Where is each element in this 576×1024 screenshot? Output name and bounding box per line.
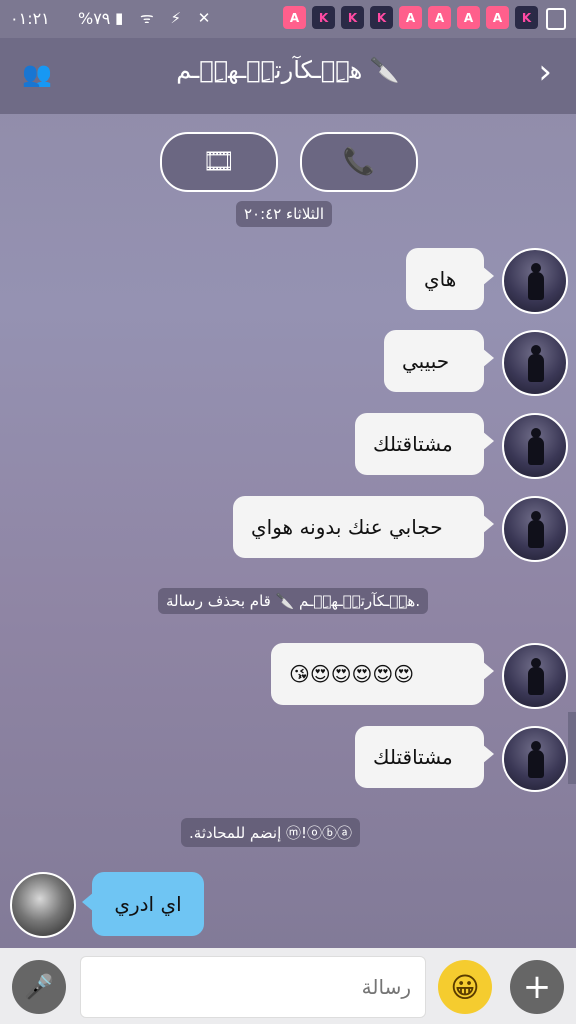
- my-message-bubble[interactable]: اي ادري: [82, 872, 204, 936]
- app-icon: K: [370, 6, 393, 29]
- message-bubble[interactable]: مشتاقتلك: [355, 726, 494, 788]
- app-icon: A: [428, 6, 451, 29]
- message-bubble[interactable]: حبيبي: [384, 330, 494, 392]
- message-input[interactable]: [80, 956, 426, 1018]
- message-bubble[interactable]: مشتاقتلك: [355, 413, 494, 475]
- message-bubble[interactable]: حجابي عنك بدونه هواي: [233, 496, 494, 558]
- chevron-right-icon[interactable]: ›: [538, 52, 552, 92]
- notification-app-icons: A K K K A A A A K: [283, 6, 538, 29]
- sender-avatar[interactable]: [502, 248, 568, 314]
- date-separator: الثلاثاء ٢٠:٤٢: [236, 201, 333, 227]
- sender-avatar[interactable]: [502, 496, 568, 562]
- app-icon: K: [341, 6, 364, 29]
- app-icon: K: [515, 6, 538, 29]
- smiley-icon[interactable]: 😀: [438, 960, 492, 1014]
- chat-header: 👥 هِۣۗـكآرتِۣۗـهِۣۗـم 🔪 ›: [0, 38, 576, 114]
- sender-avatar[interactable]: [502, 330, 568, 396]
- battery-level: %٧٩: [78, 9, 111, 28]
- microphone-icon[interactable]: 🎤: [12, 960, 66, 1014]
- sender-avatar[interactable]: [502, 643, 568, 709]
- message-input-bar: 🎤 😀 +: [0, 948, 576, 1024]
- sender-avatar[interactable]: [502, 413, 568, 479]
- app-icon: A: [486, 6, 509, 29]
- system-message-joined: .إنضم للمحادثة ⓜ!ⓞⓑⓐ: [181, 818, 361, 847]
- app-icon: A: [283, 6, 306, 29]
- scrollbar[interactable]: [568, 712, 576, 784]
- sender-avatar[interactable]: [502, 726, 568, 792]
- app-icon: A: [399, 6, 422, 29]
- signal-icons: ▮ ᯤ ⚡ ✕: [115, 9, 217, 27]
- my-avatar[interactable]: [10, 872, 76, 938]
- message-bubble[interactable]: 😍😍😍😍😍😘: [271, 643, 494, 705]
- video-icon: 🎞: [202, 147, 236, 177]
- chat-title[interactable]: هِۣۗـكآرتِۣۗـهِۣۗـم 🔪: [0, 56, 576, 84]
- app-icon: K: [312, 6, 335, 29]
- call-button[interactable]: 📞: [300, 132, 418, 192]
- plus-icon[interactable]: +: [510, 960, 564, 1014]
- app-icon: A: [457, 6, 480, 29]
- status-time: ٠١:٢١: [10, 9, 50, 28]
- screen-time-icon: [546, 8, 566, 30]
- message-bubble[interactable]: هاي: [406, 248, 494, 310]
- status-bar: ٠١:٢١ %٧٩ ▮ ᯤ ⚡ ✕ A K K K A A A A K: [0, 0, 576, 38]
- phone-video-icon: 📞: [342, 147, 376, 177]
- video-button[interactable]: 🎞: [160, 132, 278, 192]
- system-message-deleted: هِۣۗـكآرتِۣۗـهِۣۗـم 🔪 قام بحذف رسالة.: [158, 588, 429, 614]
